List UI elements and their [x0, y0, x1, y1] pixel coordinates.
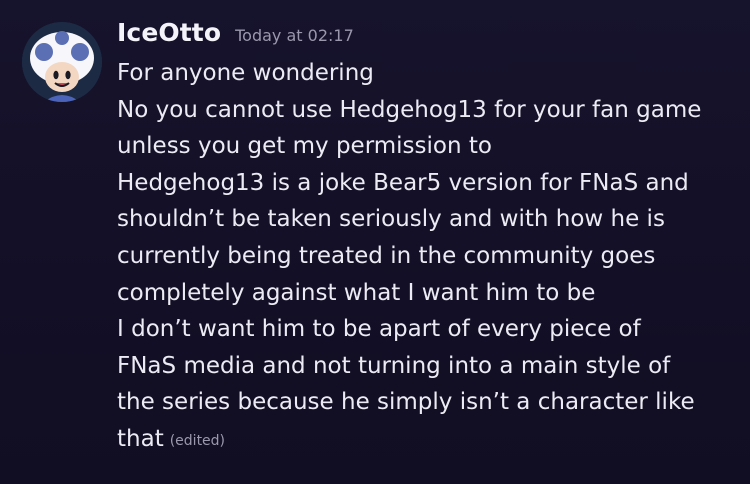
message-line-text: that — [117, 425, 164, 452]
toad-mushroom-avatar-icon — [22, 22, 102, 102]
chat-message: IceOtto Today at 02:17 For anyone wonder… — [0, 0, 750, 484]
edited-indicator[interactable]: (edited) — [170, 433, 225, 449]
message-line: Hedgehog13 is a joke Bear5 version for F… — [117, 169, 689, 196]
message-content: For anyone wondering No you cannot use H… — [117, 55, 747, 460]
message-line: the series because he simply isn’t a cha… — [117, 389, 695, 416]
message-line: No you cannot use Hedgehog13 for your fa… — [117, 96, 702, 123]
message-header: IceOtto Today at 02:17 — [117, 18, 354, 54]
message-line-last: that (edited) — [117, 421, 747, 460]
message-line: currently being treated in the community… — [117, 242, 656, 269]
message-line: I don’t want him to be apart of every pi… — [117, 316, 641, 343]
user-avatar[interactable] — [22, 22, 102, 102]
username[interactable]: IceOtto — [117, 18, 221, 47]
message-line: unless you get my permission to — [117, 133, 492, 160]
message-line: shouldn’t be taken seriously and with ho… — [117, 206, 665, 233]
message-line: FNaS media and not turning into a main s… — [117, 352, 671, 379]
message-line: completely against what I want him to be — [117, 279, 596, 306]
message-line: For anyone wondering — [117, 60, 374, 86]
timestamp[interactable]: Today at 02:17 — [235, 26, 354, 45]
